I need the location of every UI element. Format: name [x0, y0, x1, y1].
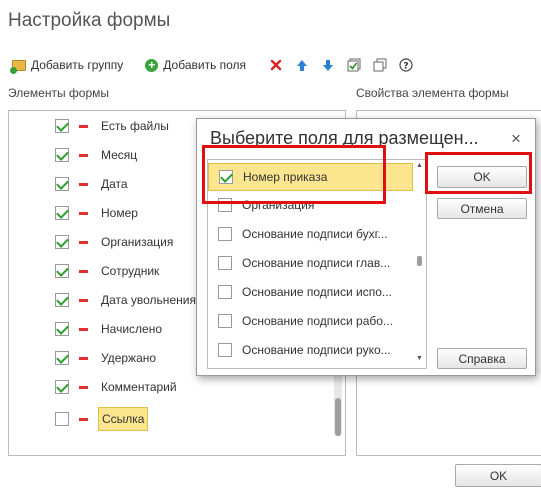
- plus-circle-icon: +: [145, 58, 159, 72]
- field-icon: [79, 385, 88, 389]
- field-icon: [79, 417, 88, 421]
- checkbox[interactable]: [55, 148, 69, 162]
- checkbox[interactable]: [55, 322, 69, 336]
- dialog-cancel-button[interactable]: Отмена: [437, 198, 527, 219]
- field-icon: [79, 124, 88, 128]
- list-item[interactable]: Организация: [208, 191, 413, 219]
- checkbox[interactable]: [218, 314, 232, 328]
- field-icon: [79, 298, 88, 302]
- field-icon: [79, 153, 88, 157]
- field-icon: [79, 211, 88, 215]
- list-scrollbar-thumb[interactable]: [417, 256, 422, 266]
- copy-icon[interactable]: [372, 57, 388, 73]
- checkbox[interactable]: [55, 351, 69, 365]
- list-item[interactable]: Основание подписи глав...: [208, 249, 413, 277]
- tree-row-label: Начислено: [101, 322, 163, 336]
- tree-row[interactable]: Комментарий: [9, 377, 339, 397]
- move-down-icon[interactable]: [320, 57, 336, 73]
- field-icon: [79, 240, 88, 244]
- checkbox[interactable]: [55, 206, 69, 220]
- fields-list: Номер приказа Организация Основание подп…: [207, 159, 427, 369]
- tree-row-label: Ссылка: [98, 407, 149, 431]
- checkbox[interactable]: [55, 235, 69, 249]
- checkbox[interactable]: [218, 343, 232, 357]
- checkbox[interactable]: [218, 198, 232, 212]
- list-item-label: Основание подписи испо...: [242, 285, 392, 299]
- tree-row-label: Дата: [101, 177, 128, 191]
- checkbox[interactable]: [219, 170, 233, 184]
- tree-scrollbar-thumb[interactable]: [335, 398, 341, 436]
- list-item[interactable]: Основание подписи рабо...: [208, 307, 413, 335]
- list-item-label: Основание подписи бухг...: [242, 227, 388, 241]
- add-fields-button[interactable]: + Добавить поля: [145, 58, 246, 72]
- delete-icon[interactable]: [268, 57, 284, 73]
- window-title: Настройка формы: [8, 10, 171, 31]
- list-item[interactable]: Основание подписи испо...: [208, 278, 413, 306]
- list-item-label: Основание подписи рабо...: [242, 314, 393, 328]
- checkbox[interactable]: [55, 264, 69, 278]
- checkbox[interactable]: [218, 227, 232, 241]
- list-item[interactable]: Основание подписи бухг...: [208, 220, 413, 248]
- field-icon: [79, 269, 88, 273]
- field-icon: [79, 182, 88, 186]
- list-item-label: Основание подписи руко...: [242, 343, 391, 357]
- field-icon: [79, 356, 88, 360]
- tree-row-label: Комментарий: [101, 380, 177, 394]
- select-fields-dialog: Выберите поля для размещен... × Номер пр…: [196, 118, 536, 376]
- field-icon: [79, 327, 88, 331]
- tree-row-label: Есть файлы: [101, 119, 169, 133]
- list-item[interactable]: Основание подписи руко...: [208, 336, 413, 364]
- tree-row-label: Организация: [101, 235, 174, 249]
- dialog-ok-button[interactable]: OK: [437, 166, 527, 188]
- tree-row[interactable]: Ссылка: [9, 406, 339, 432]
- scroll-down-icon[interactable]: ▼: [416, 355, 423, 362]
- add-fields-label: Добавить поля: [163, 58, 247, 72]
- checkbox[interactable]: [218, 256, 232, 270]
- list-item-label: Основание подписи глав...: [242, 256, 391, 270]
- move-up-icon[interactable]: [294, 57, 310, 73]
- tree-row-label: Сотрудник: [101, 264, 160, 278]
- scroll-up-icon[interactable]: ▲: [416, 162, 423, 169]
- checkbox[interactable]: [218, 285, 232, 299]
- help-icon[interactable]: ?: [398, 57, 414, 73]
- checkbox[interactable]: [55, 293, 69, 307]
- list-item-label: Номер приказа: [243, 170, 328, 184]
- add-group-button[interactable]: Добавить группу: [10, 58, 124, 74]
- close-icon[interactable]: ×: [507, 129, 525, 149]
- ok-button[interactable]: OK: [455, 464, 541, 487]
- tree-row-label: Дата увольнения: [101, 293, 196, 307]
- dialog-help-button[interactable]: Справка: [437, 348, 527, 369]
- checkbox[interactable]: [55, 412, 69, 426]
- tree-row-label: Месяц: [101, 148, 138, 162]
- tree-row-label: Удержано: [101, 351, 157, 365]
- dialog-title: Выберите поля для размещен...: [210, 128, 479, 148]
- list-item[interactable]: Номер приказа: [208, 163, 413, 191]
- checkbox[interactable]: [55, 177, 69, 191]
- checkbox[interactable]: [55, 380, 69, 394]
- form-elements-label: Элементы формы: [8, 86, 110, 100]
- element-properties-label: Свойства элемента формы: [356, 86, 509, 100]
- toolbar: Добавить группу + Добавить поля ?: [10, 54, 424, 76]
- add-group-label: Добавить группу: [31, 58, 124, 72]
- checkbox[interactable]: [55, 119, 69, 133]
- svg-text:?: ?: [403, 62, 408, 72]
- check-all-icon[interactable]: [346, 57, 362, 73]
- folder-add-icon: [10, 59, 26, 74]
- tree-row-label: Номер: [101, 206, 138, 220]
- list-item-label: Организация: [242, 198, 315, 212]
